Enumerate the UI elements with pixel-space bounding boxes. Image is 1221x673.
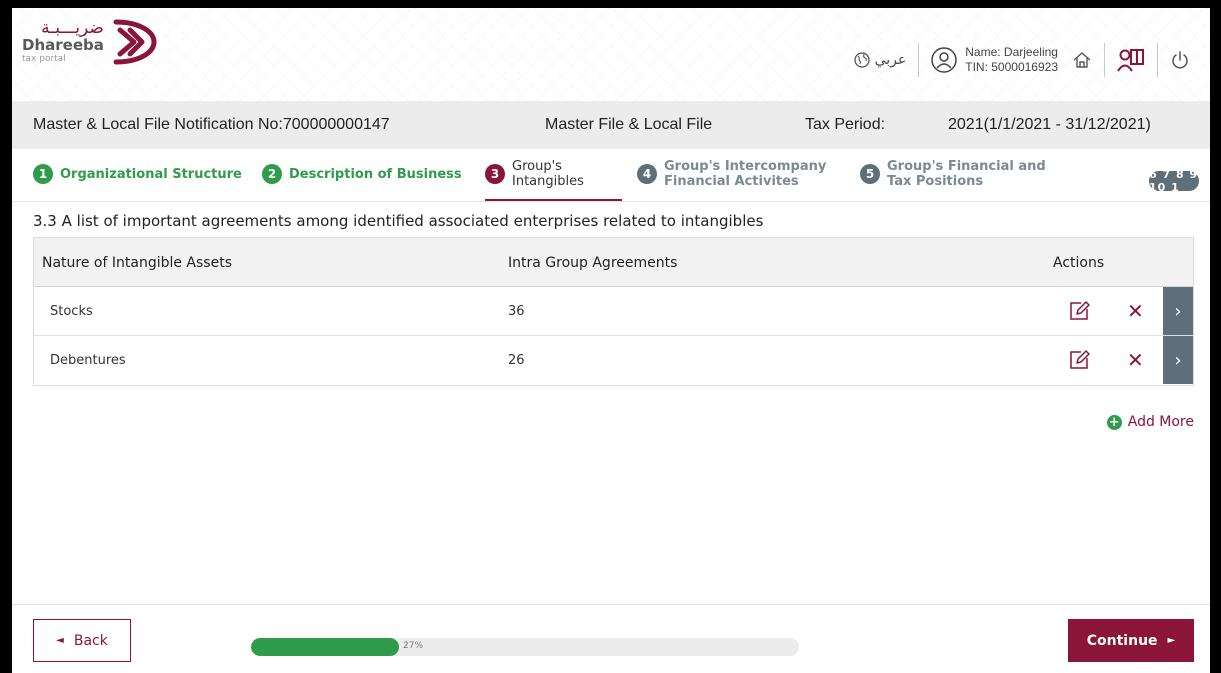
step-label-line: Group's Intercompany bbox=[664, 159, 827, 174]
progress-fill bbox=[251, 638, 399, 656]
step-label-line: Group's bbox=[512, 159, 562, 174]
step-label-line: Intangibles bbox=[512, 174, 584, 189]
logo-text: ضريـــبـة Dhareeba tax portal bbox=[22, 20, 104, 64]
home-icon[interactable] bbox=[1072, 50, 1092, 70]
step-navigator: 1 Organizational Structure 2 Description… bbox=[12, 149, 1210, 202]
caret-right-icon: ► bbox=[1167, 635, 1176, 646]
add-more-button[interactable]: + Add More bbox=[1106, 414, 1194, 430]
chevron-right-icon: › bbox=[1174, 349, 1182, 371]
agreements-cell: 36 bbox=[508, 304, 525, 319]
edit-icon[interactable] bbox=[1068, 300, 1090, 322]
progress-text: 27% bbox=[403, 641, 424, 651]
caret-left-icon: ◄ bbox=[56, 635, 64, 646]
step-label-line: Tax Positions bbox=[887, 174, 984, 189]
delete-icon[interactable]: ✕ bbox=[1127, 350, 1144, 370]
header-actions: عربي Name: Darjeeling TIN: 5000016923 bbox=[853, 40, 1190, 80]
continue-button[interactable]: Continue ► bbox=[1068, 619, 1194, 662]
step-label: Organizational Structure bbox=[60, 166, 242, 182]
edit-icon[interactable] bbox=[1068, 349, 1090, 371]
step-label: Description of Business bbox=[289, 166, 462, 182]
back-button[interactable]: ◄ Back bbox=[33, 619, 131, 662]
logo-name: Dhareeba bbox=[22, 36, 104, 54]
language-switch[interactable]: عربي bbox=[853, 52, 907, 68]
user-info: Name: Darjeeling TIN: 5000016923 bbox=[965, 45, 1058, 75]
back-label: Back bbox=[73, 632, 108, 649]
table-row: Debentures 26 ✕ › bbox=[34, 336, 1193, 385]
footer: ◄ Back 27% Continue ► bbox=[12, 604, 1210, 673]
user-profile[interactable]: Name: Darjeeling TIN: 5000016923 bbox=[931, 45, 1058, 75]
divider bbox=[1104, 43, 1105, 77]
logo-mark-icon bbox=[113, 19, 157, 65]
logo[interactable]: ضريـــبـة Dhareeba tax portal bbox=[22, 18, 158, 66]
user-tin: TIN: 5000016923 bbox=[965, 60, 1058, 74]
step-organizational-structure[interactable]: 1 Organizational Structure bbox=[33, 159, 242, 189]
plus-circle-icon: + bbox=[1106, 414, 1122, 430]
app-frame: ضريـــبـة Dhareeba tax portal عربي Name:… bbox=[12, 8, 1210, 673]
file-type: Master File & Local File bbox=[545, 116, 713, 133]
step-number: 4 bbox=[637, 164, 657, 184]
step-number: 3 bbox=[485, 164, 505, 184]
agreements-table: Nature of Intangible Assets Intra Group … bbox=[33, 237, 1194, 386]
table-row: Stocks 36 ✕ › bbox=[34, 287, 1193, 336]
expand-row-button[interactable]: › bbox=[1163, 287, 1193, 335]
expand-row-button[interactable]: › bbox=[1163, 336, 1193, 384]
step-description-of-business[interactable]: 2 Description of Business bbox=[262, 159, 462, 189]
nature-cell: Stocks bbox=[50, 304, 93, 319]
delete-icon[interactable]: ✕ bbox=[1127, 301, 1144, 321]
table-header: Nature of Intangible Assets Intra Group … bbox=[34, 238, 1193, 287]
step-number: 5 bbox=[860, 164, 880, 184]
progress-bar: 27% bbox=[251, 638, 799, 656]
logo-subtitle: tax portal bbox=[22, 54, 66, 64]
column-header: Actions bbox=[1053, 255, 1105, 271]
column-header: Intra Group Agreements bbox=[508, 255, 678, 271]
language-label: عربي bbox=[874, 52, 907, 68]
nature-cell: Debentures bbox=[50, 353, 126, 368]
user-name: Name: Darjeeling bbox=[965, 45, 1058, 59]
user-icon bbox=[931, 47, 957, 73]
tax-period-label: Tax Period: bbox=[805, 116, 886, 133]
step-financial-and-tax-positions[interactable]: 5 Group's Financial and Tax Positions bbox=[860, 159, 1046, 189]
logo-arabic: ضريـــبـة bbox=[41, 18, 104, 38]
globe-icon bbox=[853, 52, 870, 68]
step-label: Group's Intangibles bbox=[512, 159, 584, 189]
agreements-cell: 26 bbox=[508, 353, 525, 368]
notification-number: Master & Local File Notification No:7000… bbox=[33, 116, 390, 133]
step-label: Group's Intercompany Financial Activites bbox=[664, 159, 826, 189]
divider bbox=[918, 43, 920, 77]
step-number: 2 bbox=[262, 164, 282, 184]
notification-info-bar: Master & Local File Notification No:7000… bbox=[12, 101, 1210, 149]
add-more-label: Add More bbox=[1127, 414, 1194, 430]
continue-label: Continue bbox=[1086, 632, 1158, 649]
column-header: Nature of Intangible Assets bbox=[42, 255, 232, 271]
tax-period-value: 2021(1/1/2021 - 31/12/2021) bbox=[948, 116, 1151, 133]
more-steps-pill[interactable]: 6 7 8 9 10 1 bbox=[1149, 168, 1199, 194]
step-label: Group's Financial and Tax Positions bbox=[887, 159, 1046, 189]
power-icon[interactable] bbox=[1170, 50, 1190, 70]
active-step-underline bbox=[485, 199, 622, 201]
user-book-icon[interactable] bbox=[1117, 46, 1145, 74]
section-title: 3.3 A list of important agreements among… bbox=[33, 212, 764, 230]
chevron-right-icon: › bbox=[1174, 300, 1182, 322]
step-label-line: Financial Activites bbox=[664, 174, 799, 189]
divider bbox=[1157, 43, 1158, 77]
step-intercompany-financial-activities[interactable]: 4 Group's Intercompany Financial Activit… bbox=[637, 159, 826, 189]
step-label-line: Group's Financial and bbox=[887, 159, 1046, 174]
step-groups-intangibles[interactable]: 3 Group's Intangibles bbox=[485, 159, 584, 189]
step-number: 1 bbox=[33, 164, 53, 184]
header: ضريـــبـة Dhareeba tax portal عربي Name:… bbox=[12, 8, 1210, 101]
